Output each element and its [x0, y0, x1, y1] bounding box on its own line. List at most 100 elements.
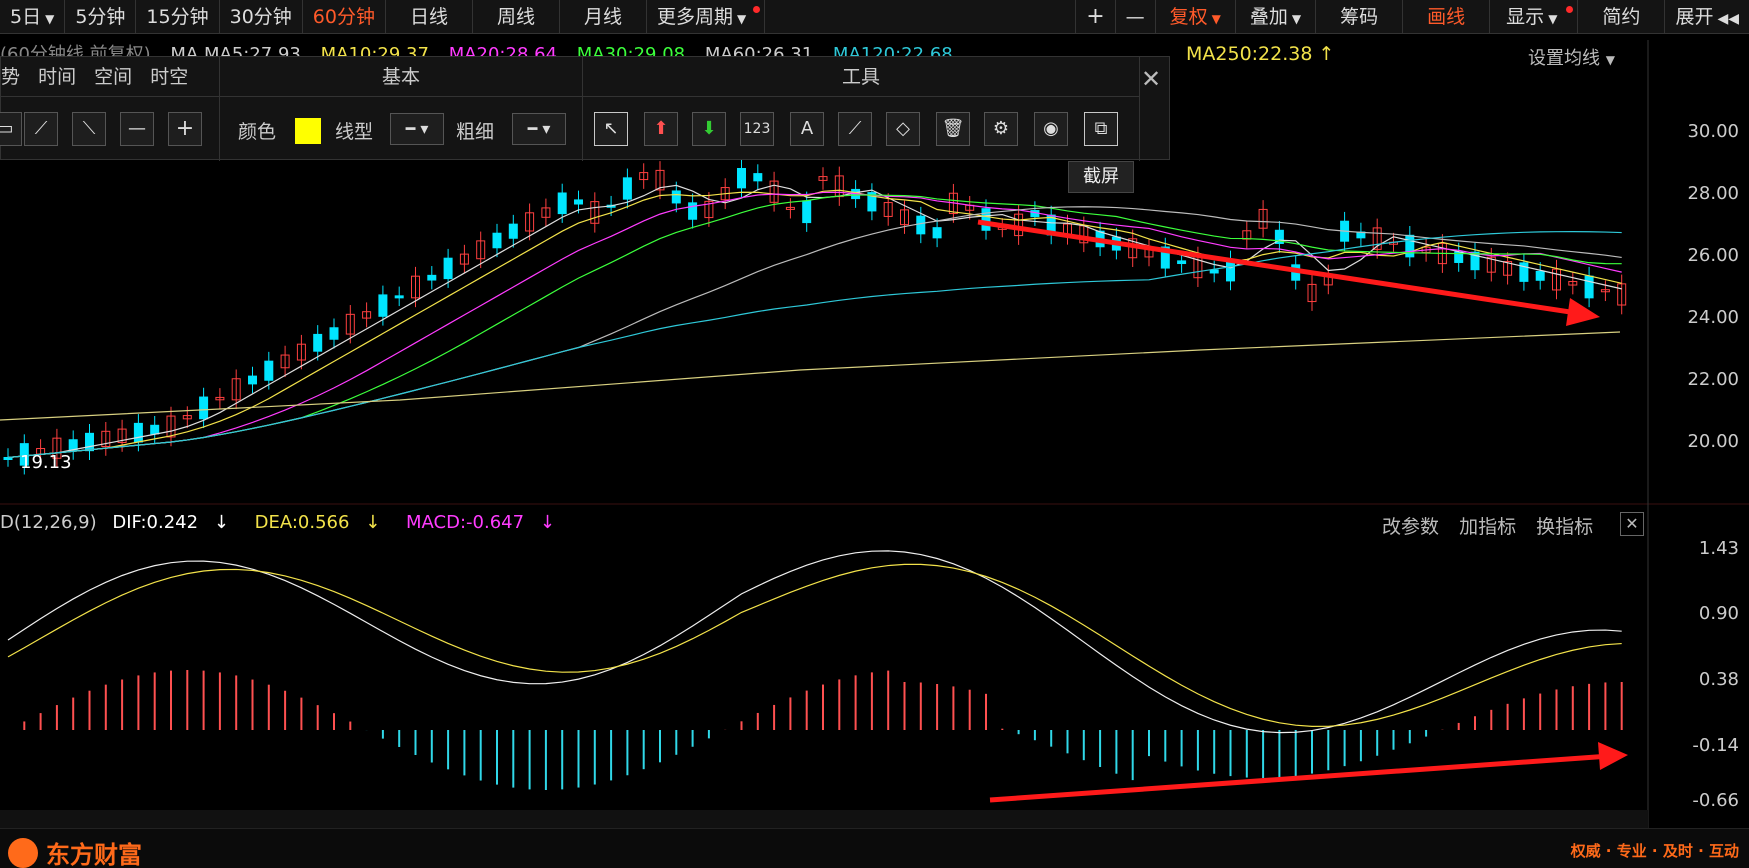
candle-body — [313, 333, 323, 352]
color-swatch[interactable] — [295, 118, 321, 144]
dea-value: DEA:0.566 ↓ — [255, 512, 391, 533]
dea-line — [7, 563, 1622, 727]
panel-left-tabs: 势 时间 空间 时空 — [1, 57, 219, 97]
linetype-dropdown[interactable]: ━ ▾ — [390, 113, 444, 145]
chevron-down-icon: ▼ — [1548, 12, 1558, 26]
diagonal-line-icon[interactable]: ⟋ — [24, 112, 58, 146]
ma30-line — [7, 194, 1622, 459]
overlay-label: 叠加 — [1249, 6, 1288, 28]
set-ma-button[interactable]: 设置均线 ▼ — [1528, 44, 1615, 70]
candle-body — [427, 274, 437, 281]
ma5-line — [7, 184, 1622, 459]
draw-line-button[interactable]: 画线 — [1402, 0, 1489, 34]
footer-bar: 东方财富 权威 · 专业 · 及时 · 互动 — [0, 828, 1749, 868]
brand-logo-icon — [8, 837, 38, 868]
candle-body — [199, 396, 209, 420]
tab-space[interactable]: 空间 — [94, 66, 132, 88]
candle-body — [932, 227, 942, 239]
macd-axis-label: 0.38 — [1698, 669, 1739, 690]
notification-dot — [753, 6, 761, 13]
zoom-out-button[interactable]: — — [1114, 0, 1155, 34]
period-daily[interactable]: 日线 — [386, 0, 473, 34]
tab-time[interactable]: 时间 — [38, 66, 76, 88]
color-label: 颜色 — [238, 121, 277, 143]
add-indicator-button[interactable]: 加指标 — [1459, 516, 1516, 538]
adjust-rights-button[interactable]: 复权 ▼ — [1154, 0, 1235, 34]
display-button[interactable]: 显示 ▼ — [1489, 0, 1577, 34]
macd-axis-label: 0.90 — [1698, 603, 1739, 624]
tab-time-space[interactable]: 时空 — [150, 66, 188, 88]
candle-body — [1177, 260, 1187, 265]
trash-icon[interactable]: 🗑 — [936, 112, 970, 146]
candle-body — [394, 295, 404, 299]
period-60min[interactable]: 60分钟 — [303, 0, 386, 34]
macd-axis-label: -0.66 — [1692, 790, 1739, 811]
candle-body — [508, 223, 518, 239]
ma10-line — [7, 189, 1622, 459]
period-5min[interactable]: 5分钟 — [65, 0, 137, 34]
thickness-dropdown[interactable]: ━ ▾ — [512, 113, 566, 145]
candle-body — [557, 192, 567, 215]
period-monthly[interactable]: 月线 — [560, 0, 648, 34]
chevron-down-icon: ▼ — [1211, 12, 1221, 26]
overlay-button[interactable]: 叠加 ▼ — [1234, 0, 1315, 34]
period-5day[interactable]: 5日 ▼ — [0, 0, 66, 34]
settings-gear-icon[interactable]: ⚙ — [984, 112, 1018, 146]
section-basic: 基本 — [220, 57, 582, 97]
switch-indicator-button[interactable]: 换指标 — [1536, 516, 1593, 538]
ma250-label: MA250:22.38 — [1186, 43, 1313, 65]
tab-trend[interactable]: 势 — [1, 66, 20, 88]
macd-tools: 改参数 加指标 换指标 — [1382, 512, 1607, 539]
period-15min[interactable]: 15分钟 — [136, 0, 220, 34]
candle-body — [85, 432, 94, 452]
macd-trend-arrow-head — [1598, 742, 1628, 770]
eraser-icon[interactable]: ◇ — [886, 112, 920, 146]
screenshot-tooltip: 截屏 — [1068, 161, 1134, 193]
linetype-label: 线型 — [335, 121, 374, 143]
macd-trend-arrow-up — [989, 753, 1611, 803]
candle-body — [443, 257, 453, 280]
red-up-arrow-icon[interactable]: ⬆ — [644, 112, 678, 146]
candle-body — [133, 422, 143, 443]
screenshot-icon[interactable]: ⧉ — [1084, 112, 1118, 146]
chevron-down-icon: ▼ — [737, 12, 747, 26]
chevron-down-icon: ▼ — [45, 12, 55, 26]
crosshair-icon[interactable]: + — [168, 112, 202, 146]
chips-button[interactable]: 筹码 — [1315, 0, 1402, 34]
brand-logo: 东方财富 — [8, 835, 142, 868]
green-down-arrow-icon[interactable]: ⬇ — [692, 112, 726, 146]
candle-body — [753, 173, 763, 182]
trend-arrow-down — [977, 219, 1591, 318]
dif-line — [7, 550, 1622, 734]
close-icon[interactable]: ✕ — [1620, 512, 1644, 536]
brand-slogan: 权威 · 专业 · 及时 · 互动 — [1570, 842, 1739, 860]
zoom-in-button[interactable]: + — [1075, 0, 1114, 34]
candle-body — [264, 360, 274, 381]
expand-button[interactable]: 展开 ◀◀ — [1664, 0, 1749, 34]
macd-axis-label: -0.14 — [1692, 735, 1739, 756]
macd-title: D(12,26,9) — [0, 512, 97, 533]
macd-label: MACD:-0.647 — [406, 512, 525, 533]
ruler-icon[interactable]: ⟋ — [838, 112, 872, 146]
candle-body — [1584, 275, 1594, 299]
period-more[interactable]: 更多周期 ▼ — [647, 0, 766, 34]
simple-mode-button[interactable]: 简约 — [1577, 0, 1664, 34]
period-30min[interactable]: 30分钟 — [220, 0, 303, 34]
adjust-rights-label: 复权 — [1169, 6, 1208, 28]
number-label-icon[interactable]: 123 — [740, 112, 774, 146]
close-icon[interactable]: ✕ — [1141, 65, 1161, 93]
price-axis-label: 26.00 — [1687, 245, 1739, 266]
time-axis-bar — [0, 810, 1648, 828]
text-tool-icon[interactable]: A — [790, 112, 824, 146]
period-weekly[interactable]: 周线 — [473, 0, 561, 34]
candle-body — [737, 167, 746, 189]
cursor-arrow-icon[interactable]: ↖ — [594, 112, 628, 146]
reverse-diagonal-icon[interactable]: ⟍ — [72, 112, 106, 146]
change-params-button[interactable]: 改参数 — [1382, 516, 1439, 538]
rectangle-tool-icon[interactable]: ▭ — [0, 112, 22, 146]
right-toolbar: + — 复权 ▼ 叠加 ▼ 筹码 画线 显示 ▼ 简约 展开 ◀◀ — [1075, 0, 1749, 34]
horizontal-line-icon[interactable]: — — [120, 112, 154, 146]
notification-dot — [1566, 6, 1574, 13]
candle-body — [574, 199, 583, 205]
eye-icon[interactable]: ◉ — [1034, 112, 1068, 146]
